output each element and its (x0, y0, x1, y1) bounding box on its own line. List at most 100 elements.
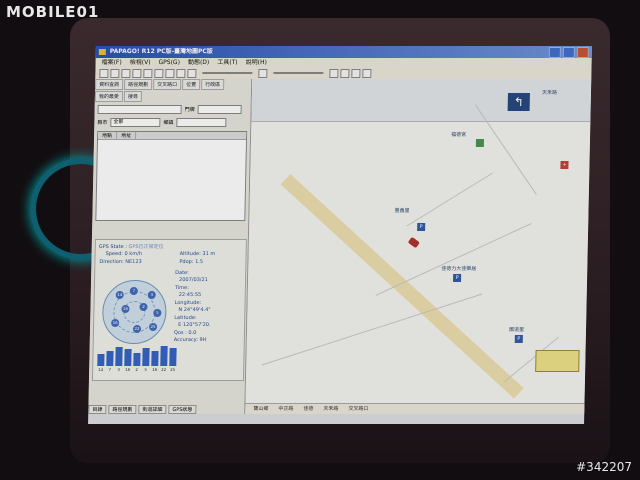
menu-gps[interactable]: GPS(G) (158, 58, 180, 67)
signal-bar (106, 351, 114, 366)
poi-hospital-icon[interactable]: + (560, 161, 569, 169)
search-icon[interactable] (143, 68, 153, 78)
gps-latitude: E 120°57'20. (178, 322, 211, 328)
status-intersection: 交叉路口 (348, 406, 369, 412)
minimize-button[interactable] (548, 47, 561, 58)
poi-building-icon[interactable] (475, 139, 485, 147)
menu-tools[interactable]: 工具(T) (217, 58, 238, 67)
gps-date: 2007/03/21 (178, 277, 208, 283)
signal-bar (124, 349, 132, 366)
signal-bar (97, 354, 105, 366)
window-title: PAPAGO! R12 PC版-臺灣地圖PC版 (109, 48, 213, 55)
tab-location[interactable]: 位置 (182, 79, 201, 90)
window-titlebar: PAPAGO! R12 PC版-臺灣地圖PC版 (95, 46, 592, 58)
pan-icon[interactable] (340, 68, 350, 78)
zoom-in-icon[interactable] (329, 68, 339, 78)
maximize-button[interactable] (562, 47, 575, 58)
compass-widget[interactable] (535, 350, 580, 372)
gps-time-label: Time: (174, 285, 189, 291)
map-label: 國道里 (508, 327, 525, 333)
map-label: 豐鑫里 (394, 208, 410, 214)
next-road-label: 天禾路 (541, 90, 558, 96)
post-id-watermark: #342207 (576, 460, 632, 474)
query-tabs: 資料查詢 路徑規劃 交叉路口 位置 行政區 我的最愛 搜尋 (94, 79, 252, 103)
layers-icon[interactable] (362, 68, 372, 78)
town-label: 鄉鎮 (163, 120, 174, 126)
tab-favorites[interactable]: 我的最愛 (94, 91, 124, 102)
print-icon[interactable] (132, 68, 142, 78)
stop-icon[interactable] (187, 68, 197, 78)
tab-catalog[interactable]: 目錄 (88, 405, 107, 414)
tab-district[interactable]: 行政區 (201, 79, 225, 90)
poi-parking-icon[interactable]: P (417, 223, 426, 231)
compass-icon[interactable] (351, 68, 361, 78)
results-list[interactable]: 地點 地址 (95, 131, 248, 221)
gps-date-label: Date: (175, 270, 189, 276)
menu-bar: 檔案(F) 檢視(V) GPS(G) 動態(D) 工具(T) 說明(H) (95, 58, 592, 67)
status-district: 寶山鄉 (253, 406, 269, 412)
gps-accuracy: Accuracy: 9H (173, 337, 207, 343)
door-label: 門牌 (184, 107, 195, 113)
status-road: 中正路 (278, 406, 294, 412)
status-next-road: 天禾路 (323, 406, 339, 412)
poi-parking-icon[interactable]: P (514, 335, 523, 343)
menu-view[interactable]: 檢視(V) (130, 58, 151, 67)
zoom-out-icon[interactable] (258, 68, 268, 78)
gps-state-value: GPS已正常定位 (128, 244, 164, 250)
vehicle-position-icon (407, 236, 420, 249)
keyword-input[interactable] (97, 105, 182, 114)
panel-bottom-tabs: 目錄 路徑規劃 街道詳細 GPS狀態 (88, 405, 197, 414)
satellite-id: 7 (108, 367, 112, 372)
tab-route-planning[interactable]: 路徑規劃 (124, 79, 153, 90)
tab-intersection[interactable]: 交叉路口 (153, 79, 182, 90)
tab-data-query[interactable]: 資料查詢 (95, 79, 124, 90)
satellite-id: 2 (135, 367, 139, 372)
satellite-skyview: 14 7 3 16 2 5 16 22 25 (101, 280, 168, 344)
signal-strength-bars (97, 344, 177, 366)
menu-dynamic[interactable]: 動態(D) (188, 58, 210, 67)
signal-bar (160, 346, 168, 366)
gps-status-panel: GPS State : GPS已正常定位 Speed: 0 km/h Altit… (91, 239, 247, 381)
close-button[interactable] (576, 47, 589, 58)
poi-parking-icon[interactable]: P (453, 274, 462, 282)
gps-time: 22:45:55 (178, 292, 202, 298)
new-icon[interactable] (99, 68, 109, 78)
map-status-bar: 寶山鄉 中正路 佳德 天禾路 交叉路口 (245, 403, 585, 414)
gps-direction: Direction: NE123 (99, 259, 142, 265)
gps-pdop: Pdop: 1.5 (179, 259, 204, 265)
map-view[interactable]: ↰ 天禾路 福德宮 P P 佳德力大佳樂居 P 國道里 豐鑫里 + 寶山鄉 中正… (245, 79, 592, 414)
town-select[interactable] (176, 118, 227, 127)
column-place[interactable]: 地點 (98, 132, 118, 139)
zoom-slider[interactable] (273, 72, 324, 74)
papago-window: PAPAGO! R12 PC版-臺灣地圖PC版 檔案(F) 檢視(V) GPS(… (88, 46, 592, 424)
satellite-marker: 3 (147, 291, 156, 299)
street-line (375, 223, 532, 296)
tab-route[interactable]: 路徑規劃 (108, 405, 137, 414)
gps-qos: Qos : 0.0 (173, 330, 197, 336)
open-icon[interactable] (110, 68, 120, 78)
tab-search[interactable]: 搜尋 (123, 91, 143, 102)
door-input[interactable] (197, 105, 242, 114)
navigate-icon[interactable] (165, 68, 175, 78)
signal-bar (169, 348, 177, 366)
route-icon[interactable] (154, 68, 164, 78)
satellite-id: 22 (161, 367, 167, 372)
gps-state-label: GPS State : (98, 244, 127, 250)
satellite-marker: 5 (153, 309, 162, 317)
column-address[interactable]: 地址 (117, 132, 137, 139)
app-icon (98, 49, 106, 55)
tab-street-detail[interactable]: 街道詳細 (138, 405, 167, 414)
satellite-id: 3 (117, 367, 121, 372)
play-icon[interactable] (176, 68, 186, 78)
save-icon[interactable] (121, 68, 131, 78)
signal-bar (142, 348, 150, 366)
simulation-speed-slider[interactable] (202, 72, 253, 74)
satellite-id: 5 (144, 367, 148, 372)
signal-bar (133, 353, 141, 366)
menu-file[interactable]: 檔案(F) (102, 58, 122, 67)
satellite-id: 25 (170, 367, 176, 372)
city-select[interactable]: 全部 (110, 118, 161, 127)
tab-gps-status[interactable]: GPS狀態 (168, 405, 197, 414)
satellite-id-labels: 14 7 3 16 2 5 16 22 25 (97, 367, 176, 372)
menu-help[interactable]: 說明(H) (246, 58, 267, 67)
